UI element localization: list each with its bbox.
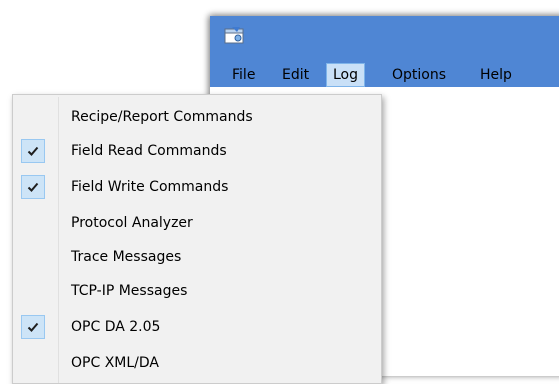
log-menu-item-field-write[interactable]: Field Write Commands [15,171,379,203]
menu-item-label: Field Write Commands [71,179,229,195]
menu-file[interactable]: File [226,63,261,87]
log-menu-item-recipe-report[interactable]: Recipe/Report Commands [15,101,379,133]
app-icon[interactable] [224,26,244,44]
menu-item-label: Trace Messages [71,249,182,265]
menu-edit[interactable]: Edit [276,63,315,87]
menu-item-label: OPC XML/DA [71,355,159,371]
menu-item-label: Protocol Analyzer [71,215,193,231]
menu-item-label: TCP-IP Messages [71,283,188,299]
menu-item-label: Recipe/Report Commands [71,109,253,125]
log-menu-item-opc-da[interactable]: OPC DA 2.05 [15,311,379,343]
log-menu-item-trace-messages[interactable]: Trace Messages [15,241,379,273]
menu-help[interactable]: Help [474,63,518,87]
menu-bar: File Edit Log Options Help [210,63,559,87]
log-menu-item-opc-xml-da[interactable]: OPC XML/DA [15,347,379,379]
check-icon [21,139,45,163]
log-menu-dropdown: Recipe/Report Commands Field Read Comman… [12,94,382,384]
log-menu-item-tcp-ip-messages[interactable]: TCP-IP Messages [15,275,379,307]
log-menu-item-field-read[interactable]: Field Read Commands [15,135,379,167]
title-bar [210,16,559,63]
menu-item-label: Field Read Commands [71,143,227,159]
menu-item-label: OPC DA 2.05 [71,319,161,335]
log-menu-item-protocol-analyzer[interactable]: Protocol Analyzer [15,207,379,239]
menu-options[interactable]: Options [386,63,452,87]
check-icon [21,315,45,339]
menu-log[interactable]: Log [326,63,366,87]
check-icon [21,175,45,199]
